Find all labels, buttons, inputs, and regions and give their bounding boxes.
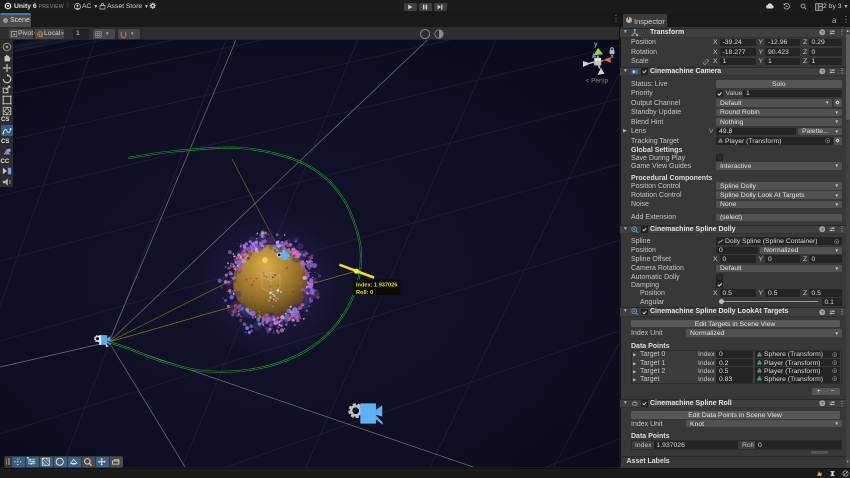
svg-text:Index: 1.937026: Index: 1.937026 [356,283,397,289]
svg-text:< Persp: < Persp [586,78,609,85]
svg-text:?: ? [821,309,824,314]
svg-text:?: ? [821,401,824,406]
svg-text:?: ? [821,69,824,74]
svg-text:?: ? [821,227,824,232]
svg-text:?: ? [821,30,824,35]
svg-text:Roll: 0: Roll: 0 [356,290,373,296]
